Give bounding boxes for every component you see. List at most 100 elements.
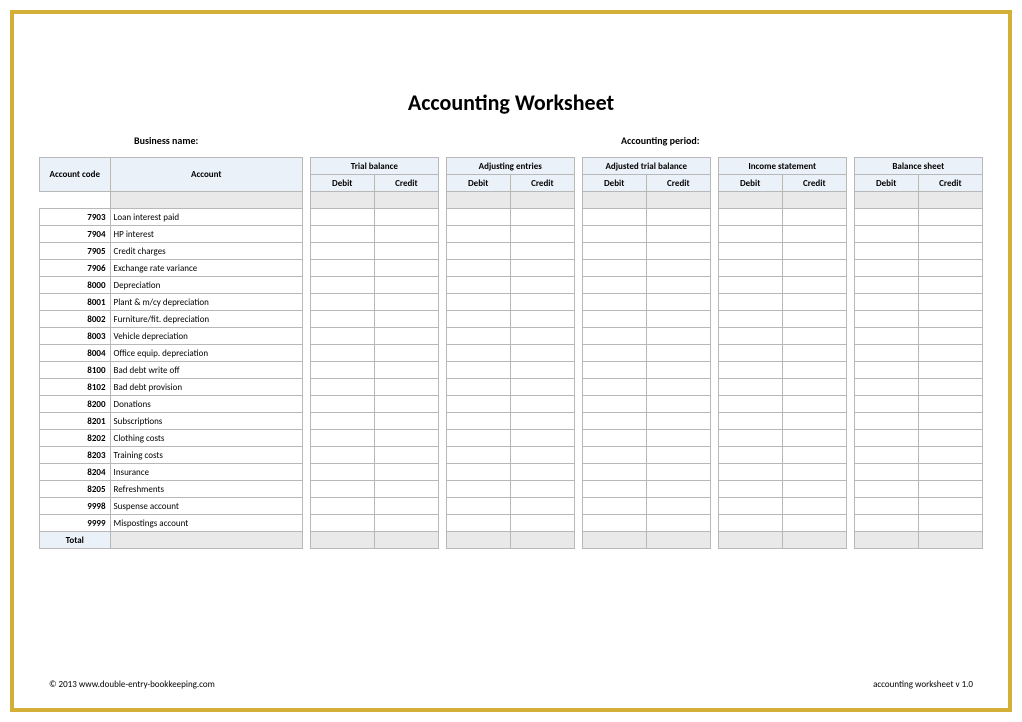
cell-debit[interactable] (718, 464, 782, 481)
cell-debit[interactable] (582, 294, 646, 311)
cell-debit[interactable] (582, 515, 646, 532)
cell-credit[interactable] (374, 345, 438, 362)
cell-debit[interactable] (854, 328, 918, 345)
cell-debit[interactable] (718, 498, 782, 515)
cell-debit[interactable] (718, 396, 782, 413)
cell-credit[interactable] (510, 396, 574, 413)
cell-debit[interactable] (854, 498, 918, 515)
cell-debit[interactable] (854, 243, 918, 260)
cell-debit[interactable] (310, 311, 374, 328)
cell-credit[interactable] (918, 277, 982, 294)
cell-debit[interactable] (310, 328, 374, 345)
cell-debit[interactable] (854, 413, 918, 430)
cell-credit[interactable] (374, 294, 438, 311)
cell-debit[interactable] (310, 209, 374, 226)
cell-credit[interactable] (918, 379, 982, 396)
cell-credit[interactable] (510, 311, 574, 328)
cell-credit[interactable] (646, 481, 710, 498)
cell-credit[interactable] (782, 328, 846, 345)
cell-debit[interactable] (718, 379, 782, 396)
cell-debit[interactable] (718, 515, 782, 532)
cell-credit[interactable] (646, 430, 710, 447)
cell-debit[interactable] (310, 464, 374, 481)
cell-debit[interactable] (446, 243, 510, 260)
cell-debit[interactable] (854, 379, 918, 396)
cell-credit[interactable] (918, 243, 982, 260)
cell-debit[interactable] (446, 464, 510, 481)
cell-credit[interactable] (918, 481, 982, 498)
cell-credit[interactable] (510, 481, 574, 498)
cell-debit[interactable] (854, 362, 918, 379)
cell-credit[interactable] (782, 311, 846, 328)
cell-debit[interactable] (446, 515, 510, 532)
cell-debit[interactable] (446, 396, 510, 413)
cell-debit[interactable] (582, 277, 646, 294)
cell-credit[interactable] (646, 277, 710, 294)
cell-credit[interactable] (782, 430, 846, 447)
cell-debit[interactable] (854, 515, 918, 532)
cell-credit[interactable] (782, 481, 846, 498)
cell-debit[interactable] (854, 209, 918, 226)
cell-credit[interactable] (782, 260, 846, 277)
cell-debit[interactable] (582, 226, 646, 243)
cell-credit[interactable] (918, 447, 982, 464)
cell-credit[interactable] (782, 464, 846, 481)
cell-credit[interactable] (374, 447, 438, 464)
cell-credit[interactable] (646, 413, 710, 430)
cell-credit[interactable] (510, 515, 574, 532)
cell-credit[interactable] (918, 396, 982, 413)
cell-credit[interactable] (918, 311, 982, 328)
cell-debit[interactable] (446, 260, 510, 277)
cell-debit[interactable] (582, 413, 646, 430)
cell-credit[interactable] (918, 498, 982, 515)
cell-credit[interactable] (646, 447, 710, 464)
cell-debit[interactable] (582, 396, 646, 413)
cell-debit[interactable] (718, 447, 782, 464)
cell-debit[interactable] (310, 379, 374, 396)
cell-credit[interactable] (374, 260, 438, 277)
cell-debit[interactable] (854, 260, 918, 277)
cell-credit[interactable] (374, 464, 438, 481)
cell-debit[interactable] (310, 413, 374, 430)
cell-credit[interactable] (782, 515, 846, 532)
cell-credit[interactable] (510, 260, 574, 277)
cell-credit[interactable] (374, 515, 438, 532)
cell-credit[interactable] (510, 362, 574, 379)
cell-credit[interactable] (646, 362, 710, 379)
cell-debit[interactable] (446, 209, 510, 226)
cell-debit[interactable] (310, 226, 374, 243)
cell-credit[interactable] (374, 243, 438, 260)
cell-credit[interactable] (646, 345, 710, 362)
cell-debit[interactable] (446, 345, 510, 362)
cell-credit[interactable] (374, 362, 438, 379)
cell-credit[interactable] (646, 498, 710, 515)
cell-credit[interactable] (782, 294, 846, 311)
cell-debit[interactable] (446, 362, 510, 379)
cell-credit[interactable] (918, 328, 982, 345)
cell-debit[interactable] (718, 345, 782, 362)
cell-credit[interactable] (646, 260, 710, 277)
cell-debit[interactable] (446, 311, 510, 328)
cell-debit[interactable] (446, 226, 510, 243)
cell-credit[interactable] (918, 430, 982, 447)
cell-credit[interactable] (510, 430, 574, 447)
account-filter-cell[interactable] (110, 192, 302, 209)
cell-credit[interactable] (510, 277, 574, 294)
cell-credit[interactable] (646, 328, 710, 345)
cell-credit[interactable] (374, 328, 438, 345)
cell-debit[interactable] (854, 447, 918, 464)
cell-credit[interactable] (782, 226, 846, 243)
cell-credit[interactable] (374, 396, 438, 413)
cell-debit[interactable] (582, 345, 646, 362)
cell-debit[interactable] (310, 498, 374, 515)
cell-debit[interactable] (718, 328, 782, 345)
cell-credit[interactable] (918, 345, 982, 362)
cell-credit[interactable] (374, 413, 438, 430)
cell-debit[interactable] (446, 294, 510, 311)
cell-debit[interactable] (718, 311, 782, 328)
cell-debit[interactable] (446, 430, 510, 447)
cell-credit[interactable] (782, 447, 846, 464)
cell-credit[interactable] (918, 464, 982, 481)
cell-debit[interactable] (718, 243, 782, 260)
cell-debit[interactable] (446, 481, 510, 498)
